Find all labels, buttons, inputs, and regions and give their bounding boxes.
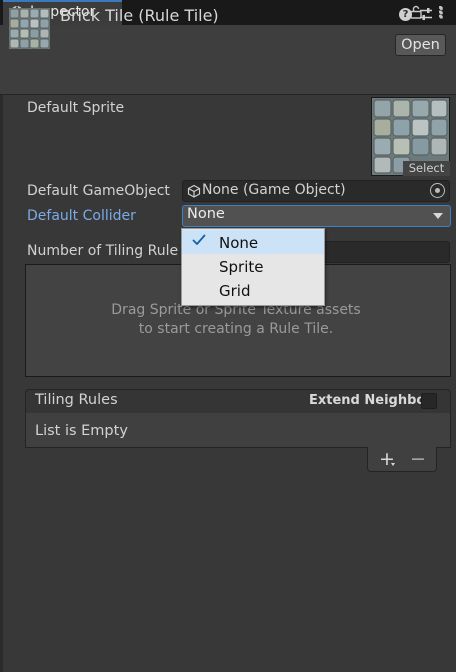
kebab-menu-icon[interactable]: ⋮	[434, 4, 449, 22]
cube-icon	[187, 184, 201, 198]
popup-item-grid[interactable]	[182, 279, 324, 303]
object-picker-icon[interactable]	[430, 183, 445, 198]
popup-item-label: None	[219, 234, 259, 252]
popup-item-label: Sprite	[219, 258, 264, 276]
gameobject-value: None (Game Object)	[202, 182, 346, 198]
default-collider-label: Default Collider	[27, 208, 136, 224]
tile-thumbnail-icon	[9, 8, 50, 49]
remove-rule-button[interactable]: −	[407, 449, 429, 469]
open-button[interactable]: Open	[395, 34, 446, 56]
extend-neighbor-label: Extend Neighbor	[309, 393, 432, 408]
help-icon[interactable]: ?	[399, 8, 412, 21]
checkmark-icon	[192, 234, 206, 246]
tiling-rules-title: Tiling Rules	[35, 392, 118, 408]
extend-neighbor-checkbox[interactable]	[421, 393, 437, 409]
asset-title: Brick Tile (Rule Tile)	[60, 6, 219, 25]
add-rule-button[interactable]: +	[376, 449, 398, 469]
add-dropdown-caret-icon	[391, 463, 395, 466]
default-gameobject-label: Default GameObject	[27, 183, 170, 199]
chevron-down-icon	[433, 213, 443, 219]
panel-edge	[0, 95, 3, 672]
drop-area-hint: Drag Sprite or Sprite Texture assets to …	[111, 302, 361, 337]
inspector-header	[0, 25, 456, 95]
tiling-rules-count-label: Number of Tiling Rule	[27, 243, 179, 259]
sprite-select-button[interactable]: Select	[403, 161, 450, 176]
tiling-rules-count-field[interactable]	[322, 241, 450, 263]
default-sprite-label: Default Sprite	[27, 100, 125, 116]
popup-item-label: Grid	[219, 282, 251, 300]
preset-sliders-icon[interactable]	[419, 7, 433, 21]
default-collider-value: None	[187, 206, 225, 222]
list-empty-text: List is Empty	[35, 423, 128, 439]
